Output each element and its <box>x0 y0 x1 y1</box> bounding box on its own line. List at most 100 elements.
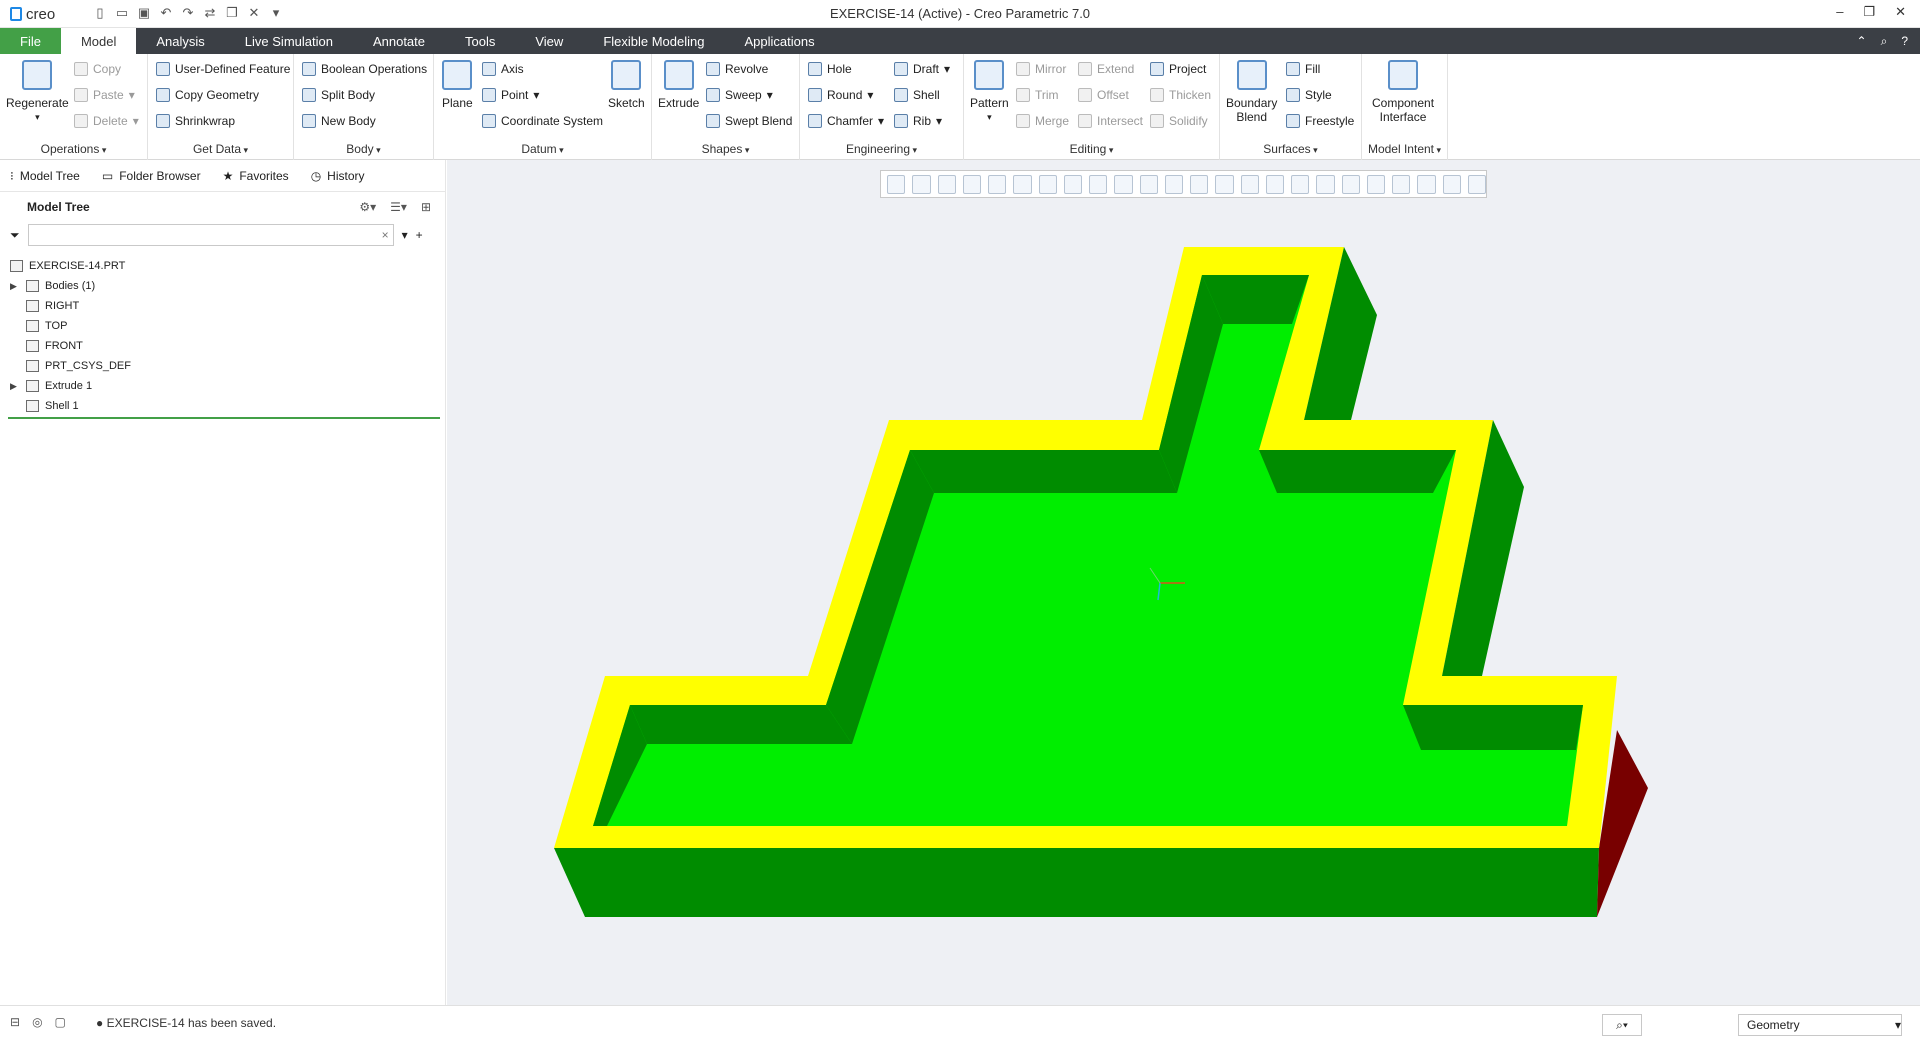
revolve-button[interactable]: Revolve <box>706 62 768 76</box>
split-body-button[interactable]: Split Body <box>302 88 375 102</box>
extrude-button[interactable]: Extrude <box>658 60 699 110</box>
insert-indicator[interactable] <box>8 417 440 419</box>
copy-button[interactable]: Copy <box>74 62 121 76</box>
mirror-button[interactable]: Mirror <box>1016 62 1066 76</box>
hole-button[interactable]: Hole <box>808 62 852 76</box>
solidify-icon <box>1150 114 1164 128</box>
tree-item-part[interactable]: EXERCISE-14.PRT <box>10 256 440 276</box>
model-3d-view[interactable] <box>447 160 1920 1005</box>
copy-geometry-button[interactable]: Copy Geometry <box>156 88 259 102</box>
tree-item-bodies[interactable]: ▶ Bodies (1) <box>10 276 440 296</box>
merge-icon <box>1016 114 1030 128</box>
tab-favorites[interactable]: ★ Favorites <box>223 169 289 183</box>
menu-model[interactable]: Model <box>60 28 137 54</box>
fill-button[interactable]: Fill <box>1286 62 1320 76</box>
group-label-model-intent[interactable]: Model Intent <box>1362 142 1447 156</box>
group-label-datum[interactable]: Datum <box>434 142 651 156</box>
filter-icon[interactable]: ⏷ <box>10 228 20 243</box>
plane-button[interactable]: Plane <box>442 60 473 110</box>
collapse-ribbon-icon[interactable]: ⌃ <box>1857 34 1867 48</box>
extend-button[interactable]: Extend <box>1078 62 1134 76</box>
shell-button[interactable]: Shell <box>894 88 940 102</box>
tree-item-csys[interactable]: PRT_CSYS_DEF <box>10 356 440 376</box>
clear-icon[interactable]: × <box>382 228 389 242</box>
component-interface-button[interactable]: Component Interface <box>1372 60 1434 124</box>
group-label-operations[interactable]: Operations <box>0 142 147 156</box>
offset-button[interactable]: Offset <box>1078 88 1129 102</box>
sketch-button[interactable]: Sketch <box>608 60 645 110</box>
tree-search-input[interactable]: × <box>27 224 394 246</box>
tree-item-extrude[interactable]: ▶ Extrude 1 <box>10 376 440 396</box>
full-screen-icon[interactable]: ▢ <box>55 1015 66 1029</box>
group-label-engineering[interactable]: Engineering <box>800 142 963 156</box>
merge-button[interactable]: Merge <box>1016 114 1069 128</box>
group-label-surfaces[interactable]: Surfaces <box>1220 142 1361 156</box>
pattern-button[interactable]: Pattern ▾ <box>970 60 1009 124</box>
menu-analysis[interactable]: Analysis <box>136 28 224 54</box>
help-icon[interactable]: ? <box>1901 34 1908 48</box>
expand-icon[interactable]: ▶ <box>10 381 20 392</box>
menu-tools[interactable]: Tools <box>445 28 515 54</box>
boolean-operations-button[interactable]: Boolean Operations <box>302 62 427 76</box>
group-label-body[interactable]: Body <box>294 142 433 156</box>
tree-item-front[interactable]: FRONT <box>10 336 440 356</box>
menu-flexible-modeling[interactable]: Flexible Modeling <box>583 28 724 54</box>
rib-button[interactable]: Rib ▾ <box>894 114 942 128</box>
tab-history[interactable]: ◷ History <box>311 169 365 183</box>
group-label-editing[interactable]: Editing <box>964 142 1219 156</box>
regenerate-button[interactable]: Regenerate ▾ <box>6 60 69 124</box>
new-body-button[interactable]: New Body <box>302 114 376 128</box>
udf-button[interactable]: User-Defined Feature <box>156 62 290 76</box>
style-button[interactable]: Style <box>1286 88 1332 102</box>
show-icon[interactable]: ☰▾ <box>390 200 407 214</box>
point-button[interactable]: Point ▾ <box>482 88 539 102</box>
axis-button[interactable]: Axis <box>482 62 524 76</box>
tab-model-tree[interactable]: ⁝ Model Tree <box>10 169 80 183</box>
intersect-button[interactable]: Intersect <box>1078 114 1143 128</box>
restore-icon[interactable]: ❐ <box>1863 4 1875 20</box>
thicken-button[interactable]: Thicken <box>1150 88 1211 102</box>
trim-button[interactable]: Trim <box>1016 88 1059 102</box>
delete-button[interactable]: Delete ▾ <box>74 114 139 128</box>
sweep-button[interactable]: Sweep ▾ <box>706 88 773 102</box>
graphics-window[interactable] <box>447 160 1920 1005</box>
find-button[interactable]: ⌕▾ <box>1602 1014 1642 1036</box>
tab-folder-browser[interactable]: ▭ Folder Browser <box>102 169 201 183</box>
boundary-blend-icon <box>1236 60 1267 90</box>
tree-item-top[interactable]: TOP <box>10 316 440 336</box>
boundary-blend-button[interactable]: Boundary Blend <box>1226 60 1277 124</box>
solidify-button[interactable]: Solidify <box>1150 114 1208 128</box>
tree-item-right[interactable]: RIGHT <box>10 296 440 316</box>
show-navigator-icon[interactable]: ⊟ <box>10 1015 20 1029</box>
search-icon[interactable]: ⌕ <box>1881 34 1888 49</box>
swept-blend-button[interactable]: Swept Blend <box>706 114 792 128</box>
menu-view[interactable]: View <box>515 28 583 54</box>
draft-button[interactable]: Draft ▾ <box>894 62 950 76</box>
project-button[interactable]: Project <box>1150 62 1206 76</box>
minimize-icon[interactable]: – <box>1836 4 1843 20</box>
coordinate-system-button[interactable]: Coordinate System <box>482 114 603 128</box>
tree-item-shell[interactable]: Shell 1 <box>10 396 440 416</box>
close-icon[interactable]: ✕ <box>1895 4 1906 20</box>
tree-settings-icon[interactable]: ⚙▾ <box>359 200 376 214</box>
menu-live-simulation[interactable]: Live Simulation <box>225 28 353 54</box>
regenerate-icon <box>22 60 53 90</box>
round-button[interactable]: Round ▾ <box>808 88 873 102</box>
add-icon[interactable]: + <box>416 228 423 242</box>
menu-applications[interactable]: Applications <box>724 28 834 54</box>
group-label-shapes[interactable]: Shapes <box>652 142 799 156</box>
filter-dropdown-icon[interactable]: ▾ <box>402 228 408 242</box>
freestyle-button[interactable]: Freestyle <box>1286 114 1354 128</box>
chamfer-button[interactable]: Chamfer ▾ <box>808 114 884 128</box>
selection-filter[interactable]: Geometry ▾ <box>1738 1014 1902 1036</box>
new-body-icon <box>302 114 316 128</box>
menu-file[interactable]: File <box>0 28 61 54</box>
sketch-icon <box>611 60 642 90</box>
shrinkwrap-button[interactable]: Shrinkwrap <box>156 114 235 128</box>
expand-icon[interactable]: ▶ <box>10 281 20 292</box>
group-label-get-data[interactable]: Get Data <box>148 142 293 156</box>
tree-columns-icon[interactable]: ⊞ <box>421 200 431 214</box>
paste-button[interactable]: Paste ▾ <box>74 88 135 102</box>
browser-icon[interactable]: ◎ <box>32 1015 42 1029</box>
menu-annotate[interactable]: Annotate <box>353 28 445 54</box>
